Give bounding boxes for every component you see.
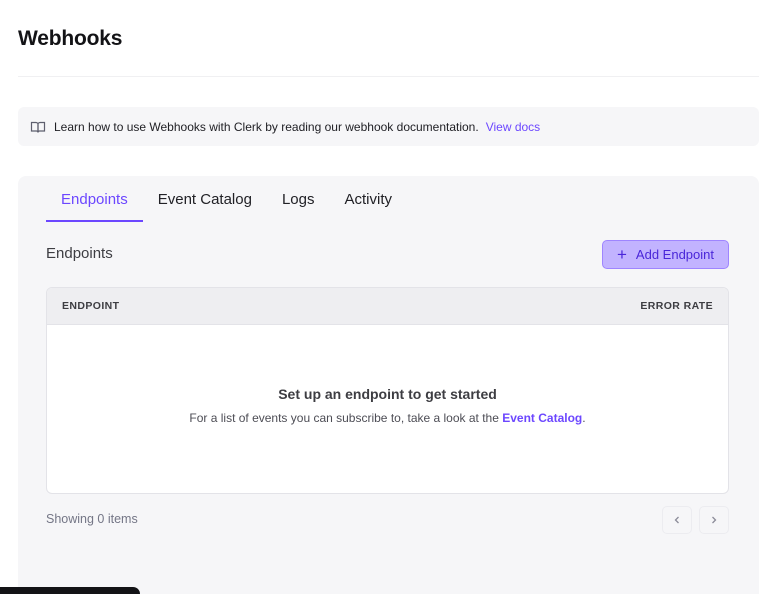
add-endpoint-label: Add Endpoint xyxy=(635,247,714,262)
tab-event-catalog[interactable]: Event Catalog xyxy=(143,176,267,222)
tab-bar: Endpoints Event Catalog Logs Activity xyxy=(46,176,407,222)
empty-state-title: Set up an endpoint to get started xyxy=(278,386,497,402)
page-title: Webhooks xyxy=(18,27,123,50)
tab-logs[interactable]: Logs xyxy=(267,176,330,222)
view-docs-link[interactable]: View docs xyxy=(486,120,540,134)
column-header-endpoint: ENDPOINT xyxy=(62,300,120,312)
chevron-right-icon xyxy=(709,513,719,528)
webhooks-panel: Endpoints Event Catalog Logs Activity En… xyxy=(18,176,759,594)
info-banner: Learn how to use Webhooks with Clerk by … xyxy=(18,107,759,146)
plus-icon: + xyxy=(616,245,627,264)
toast-stub xyxy=(0,587,140,594)
section-title: Endpoints xyxy=(46,245,113,262)
banner-text: Learn how to use Webhooks with Clerk by … xyxy=(54,119,479,134)
add-endpoint-button[interactable]: + Add Endpoint xyxy=(602,240,729,269)
empty-state-text: For a list of events you can subscribe t… xyxy=(47,411,728,425)
item-count: Showing 0 items xyxy=(46,512,138,526)
table-header: ENDPOINT ERROR RATE xyxy=(47,288,728,325)
webhooks-page: Webhooks Learn how to use Webhooks with … xyxy=(0,0,773,594)
empty-state-text-before: For a list of events you can subscribe t… xyxy=(189,411,499,425)
empty-state: Set up an endpoint to get started For a … xyxy=(47,325,728,425)
chevron-left-icon xyxy=(672,513,682,528)
event-catalog-link[interactable]: Event Catalog xyxy=(502,411,582,425)
tab-activity[interactable]: Activity xyxy=(329,176,407,222)
pagination xyxy=(662,506,729,534)
column-header-error-rate: ERROR RATE xyxy=(640,300,713,312)
next-page-button[interactable] xyxy=(699,506,729,534)
title-divider xyxy=(18,76,759,77)
book-open-icon xyxy=(30,119,46,135)
tab-endpoints[interactable]: Endpoints xyxy=(46,176,143,222)
empty-state-text-after: . xyxy=(582,411,586,425)
previous-page-button[interactable] xyxy=(662,506,692,534)
endpoints-table: ENDPOINT ERROR RATE Set up an endpoint t… xyxy=(46,287,729,494)
